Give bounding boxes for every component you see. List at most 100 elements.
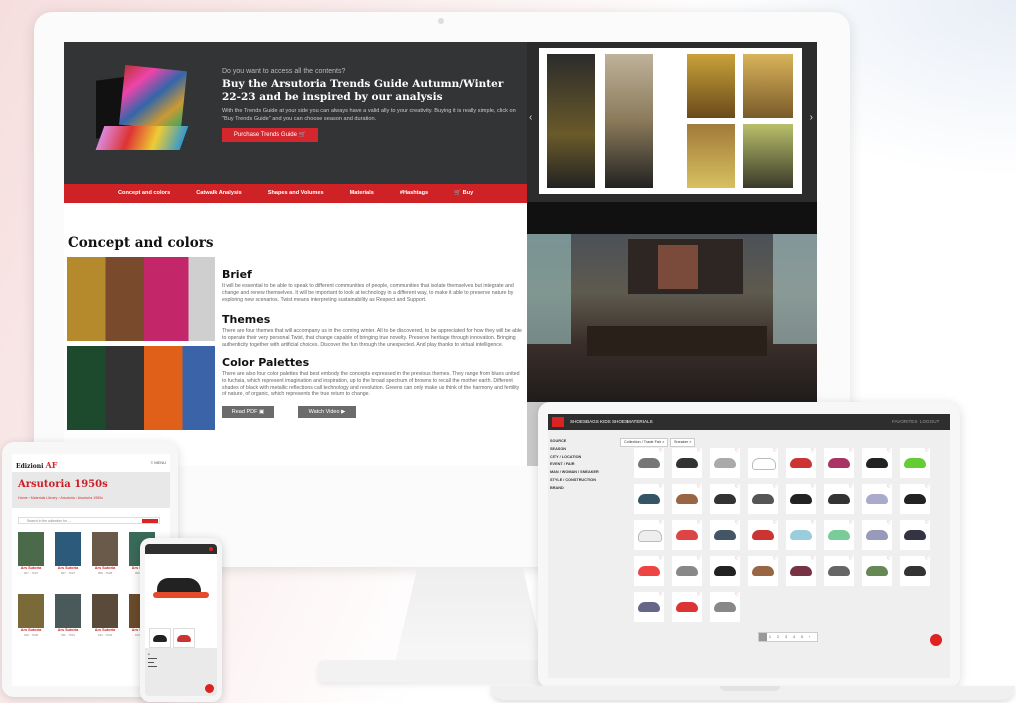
heart-icon[interactable]: ♡ <box>773 484 777 490</box>
heart-icon[interactable]: ♡ <box>659 520 663 526</box>
heart-icon[interactable]: ♡ <box>697 484 701 490</box>
shoe-card[interactable]: ♡ <box>786 556 816 586</box>
thumbnail[interactable] <box>173 628 195 648</box>
shoe-card[interactable]: ♡ <box>824 484 854 514</box>
page-link[interactable]: 2 <box>777 633 779 641</box>
nav-materials[interactable]: MATERIALS <box>627 414 653 430</box>
menu-button[interactable]: ≡ MENU <box>151 460 166 465</box>
heart-icon[interactable]: ♡ <box>697 592 701 598</box>
magazine-card[interactable]: Ars Sutoria 010 - 7630 <box>18 594 44 637</box>
chat-fab-button[interactable] <box>930 634 942 646</box>
page-link[interactable]: 4 <box>793 633 795 641</box>
filter-chip[interactable]: Sneaker × <box>670 438 696 447</box>
heart-icon[interactable]: ♡ <box>659 592 663 598</box>
heart-icon[interactable]: ♡ <box>773 520 777 526</box>
heart-icon[interactable]: ♡ <box>811 448 815 454</box>
page-next[interactable]: › <box>809 633 810 641</box>
heart-icon[interactable]: ♡ <box>849 556 853 562</box>
heart-icon[interactable]: ♡ <box>925 520 929 526</box>
shoe-card[interactable]: ♡ <box>862 448 892 478</box>
filter-man-woman-sneaker[interactable]: MAN / WOMAN / SNEAKER <box>550 469 622 477</box>
heart-icon[interactable]: ♡ <box>735 556 739 562</box>
shoe-card[interactable]: ♡ <box>862 556 892 586</box>
nav-logout[interactable]: LOGOUT <box>920 414 939 430</box>
filter-city-location[interactable]: CITY / LOCATION <box>550 454 622 462</box>
shoe-card[interactable]: ♡ <box>672 448 702 478</box>
heart-icon[interactable]: ♡ <box>925 484 929 490</box>
nav-shoes[interactable]: SHOES <box>570 414 586 430</box>
purchase-trends-guide-button[interactable]: Purchase Trends Guide 🛒 <box>222 128 318 142</box>
heart-icon[interactable]: ♡ <box>849 484 853 490</box>
heart-icon[interactable]: ♡ <box>697 556 701 562</box>
shoe-card[interactable]: ♡ <box>634 448 664 478</box>
heart-icon[interactable]: ♡ <box>925 556 929 562</box>
slider-next-icon[interactable]: › <box>810 112 813 123</box>
shoe-card[interactable]: ♡ <box>786 448 816 478</box>
heart-icon[interactable]: ♡ <box>849 448 853 454</box>
heart-icon[interactable]: ♡ <box>887 520 891 526</box>
nav-shapes-and-volumes[interactable]: Shapes and Volumes <box>268 184 324 203</box>
shoe-card[interactable]: ♡ <box>748 556 778 586</box>
shoe-card[interactable]: ♡ <box>748 448 778 478</box>
page-link[interactable]: 5 <box>801 633 803 641</box>
filter-season[interactable]: SEASON <box>550 446 622 454</box>
shoe-card[interactable]: ♡ <box>672 592 702 622</box>
heart-icon[interactable]: ♡ <box>887 484 891 490</box>
shoe-card[interactable]: ♡ <box>786 484 816 514</box>
magazine-card[interactable]: Ars Sutoria 008 - 7628 <box>92 532 118 575</box>
search-input[interactable]: Search in the collection for ... <box>18 517 160 524</box>
heart-icon[interactable]: ♡ <box>697 448 701 454</box>
shoe-card[interactable]: ♡ <box>748 520 778 550</box>
nav-hashtags[interactable]: #Hashtags <box>400 184 428 203</box>
nav-buy[interactable]: 🛒 Buy <box>454 184 473 203</box>
heart-icon[interactable]: ♡ <box>925 448 929 454</box>
shoe-card[interactable]: ♡ <box>672 520 702 550</box>
filter-source[interactable]: SOURCE <box>550 438 622 446</box>
filter-event-fair[interactable]: EVENT / FAIR <box>550 461 622 469</box>
heart-icon[interactable]: ♡ <box>887 448 891 454</box>
watch-video-button[interactable]: Watch Video ▶ <box>298 406 356 418</box>
search-button[interactable] <box>142 519 158 523</box>
shoe-card[interactable]: ♡ <box>634 592 664 622</box>
heart-icon[interactable]: ♡ <box>735 448 739 454</box>
shoe-card[interactable]: ♡ <box>900 448 930 478</box>
shoe-card[interactable]: ♡ <box>710 520 740 550</box>
filter-brand[interactable]: BRAND <box>550 485 622 493</box>
heart-icon[interactable]: ♡ <box>887 556 891 562</box>
heart-icon[interactable]: ♡ <box>735 484 739 490</box>
magazine-card[interactable]: Ars Sutoria 007 - 7627 <box>18 532 44 575</box>
thumbnail[interactable] <box>149 628 171 648</box>
nav-kids-shoes[interactable]: KIDS SHOES <box>600 414 628 430</box>
nav-concept-and-colors[interactable]: Concept and colors <box>118 184 170 203</box>
read-pdf-button[interactable]: Read PDF ▣ <box>222 406 274 418</box>
shoe-card[interactable]: ♡ <box>634 484 664 514</box>
nav-catwalk-analysis[interactable]: Catwalk Analysis <box>196 184 242 203</box>
magazine-card[interactable]: Ars Sutoria 011 - 7631 <box>55 594 81 637</box>
shoe-card[interactable]: ♡ <box>710 592 740 622</box>
nav-bags[interactable]: BAGS <box>586 414 599 430</box>
magazine-card[interactable]: Ars Sutoria 007 - 7627 <box>55 532 81 575</box>
chat-fab-button[interactable] <box>205 684 214 693</box>
page-current[interactable] <box>759 633 767 641</box>
shoe-card[interactable]: ♡ <box>786 520 816 550</box>
shoe-card[interactable]: ♡ <box>710 556 740 586</box>
shoe-card[interactable]: ♡ <box>634 520 664 550</box>
shoe-card[interactable]: ♡ <box>900 556 930 586</box>
heart-icon[interactable]: ♡ <box>773 448 777 454</box>
shoe-card[interactable]: ♡ <box>634 556 664 586</box>
shoe-card[interactable]: ♡ <box>900 520 930 550</box>
shoe-card[interactable]: ♡ <box>710 448 740 478</box>
heart-icon[interactable]: ♡ <box>811 556 815 562</box>
heart-icon[interactable]: ♡ <box>735 520 739 526</box>
heart-icon[interactable]: ♡ <box>659 484 663 490</box>
shoe-card[interactable]: ♡ <box>862 520 892 550</box>
shoe-card[interactable]: ♡ <box>672 556 702 586</box>
filter-style-construction[interactable]: STYLE / CONSTRUCTION <box>550 477 622 485</box>
nav-materials[interactable]: Materials <box>350 184 374 203</box>
heart-icon[interactable]: ♡ <box>659 448 663 454</box>
shoe-card[interactable]: ♡ <box>672 484 702 514</box>
heart-icon[interactable]: ♡ <box>697 520 701 526</box>
shoe-card[interactable]: ♡ <box>710 484 740 514</box>
heart-icon[interactable]: ♡ <box>773 556 777 562</box>
shoe-card[interactable]: ♡ <box>900 484 930 514</box>
